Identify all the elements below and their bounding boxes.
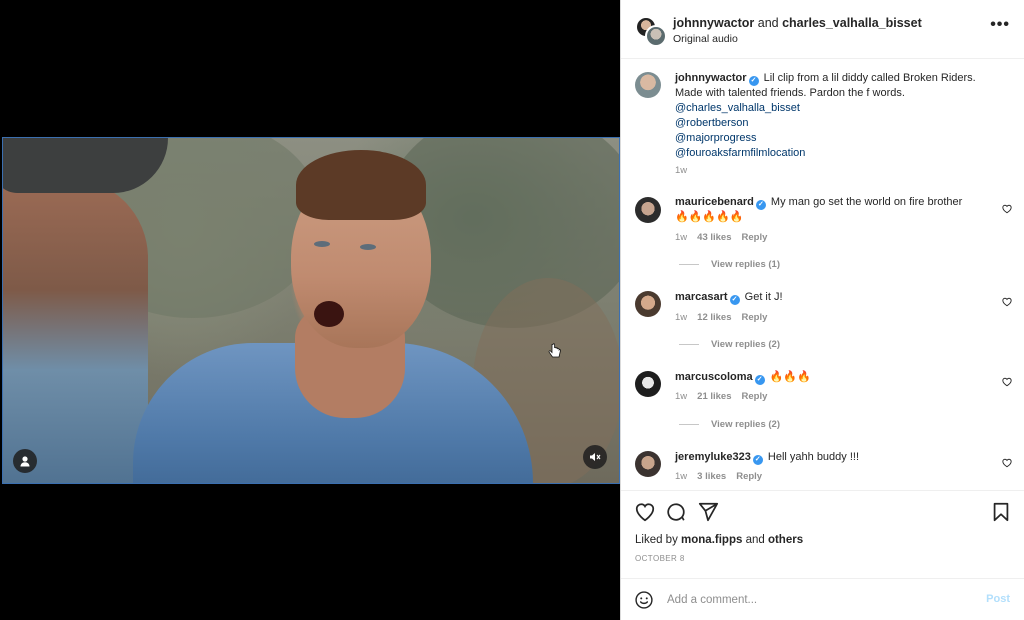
bookmark-icon[interactable] (990, 501, 1012, 523)
avatar (645, 25, 667, 47)
video-pane (0, 0, 620, 620)
liked-by-user[interactable]: mona.fipps (681, 534, 742, 546)
avatar[interactable] (635, 371, 661, 397)
divider (679, 263, 699, 265)
verified-badge-icon: ✓ (754, 375, 765, 385)
comments-list[interactable]: johnnywactor ✓ Lil clip from a lil diddy … (621, 60, 1024, 490)
verified-badge-icon: ✓ (752, 455, 763, 465)
comment-username[interactable]: mauricebenard (675, 196, 754, 208)
hand-cursor-icon (548, 343, 562, 364)
comment-box: Post (621, 578, 1024, 620)
comment-meta: 1w 43 likes Reply (675, 232, 777, 243)
view-replies-button[interactable]: View replies (2) (679, 339, 780, 350)
heart-icon[interactable] (1002, 377, 1012, 387)
liked-by-prefix: Liked by (635, 534, 682, 546)
comment-time: 1w (675, 471, 688, 482)
video-eye-right (360, 244, 376, 250)
post-button[interactable]: Post (986, 593, 1010, 605)
paper-plane-icon[interactable] (697, 501, 719, 523)
mention-link[interactable]: @fouroaksfarmfilmlocation (675, 146, 995, 161)
reply-button[interactable]: Reply (742, 232, 768, 243)
comment: jeremyluke323 ✓ Hell yahh buddy !!! (675, 450, 995, 465)
comment-likes[interactable]: 43 likes (697, 232, 731, 243)
comment-bubble-icon[interactable] (665, 501, 687, 523)
caption-time: 1w (675, 165, 688, 176)
comment: mauricebenard ✓ My man go set the world o… (675, 195, 995, 225)
video-person-left (3, 178, 148, 483)
heart-icon[interactable] (1002, 204, 1012, 214)
avatar[interactable] (635, 451, 661, 477)
verified-badge-icon: ✓ (729, 295, 740, 305)
heart-icon[interactable] (634, 501, 656, 523)
comment-username[interactable]: jeremyluke323 (675, 451, 751, 463)
comment-time: 1w (675, 232, 688, 243)
comment-username[interactable]: marcuscoloma (675, 371, 753, 383)
comment-likes[interactable]: 3 likes (697, 471, 726, 482)
divider (679, 343, 699, 345)
view-replies-label: View replies (1) (711, 259, 780, 270)
heart-icon[interactable] (1002, 458, 1012, 468)
divider (679, 423, 699, 425)
collab-avatars[interactable] (635, 16, 667, 47)
header-usernames: johnnywactor and charles_valhalla_bisset (673, 16, 922, 30)
comment-text: Hell yahh buddy !!! (764, 451, 860, 463)
mention-link[interactable]: @majorprogress (675, 131, 995, 146)
comment-meta: 1w 21 likes Reply (675, 391, 777, 402)
avatar[interactable] (635, 291, 661, 317)
mention-link[interactable]: @robertberson (675, 116, 995, 131)
mention-link[interactable]: @charles_valhalla_bisset (675, 101, 995, 116)
verified-badge-icon: ✓ (755, 200, 766, 210)
heart-icon[interactable] (1002, 297, 1012, 307)
smiley-icon[interactable] (634, 590, 654, 610)
comment-text-line2: 🔥🔥🔥🔥🔥 (675, 211, 744, 223)
user-icon[interactable] (13, 449, 37, 473)
liked-by: Liked by mona.fipps and others (635, 534, 803, 546)
comment: marcasart ✓ Get it J! (675, 290, 995, 305)
reply-button[interactable]: Reply (736, 471, 762, 482)
view-replies-label: View replies (2) (711, 339, 780, 350)
comment-input[interactable] (667, 591, 967, 609)
comment-text: 🔥🔥🔥 (766, 371, 811, 383)
comment: marcuscoloma ✓ 🔥🔥🔥 (675, 370, 995, 385)
header-username-1[interactable]: johnnywactor (673, 16, 754, 30)
liked-by-others[interactable]: others (768, 534, 803, 546)
view-replies-label: View replies (2) (711, 419, 780, 430)
liked-by-and: and (742, 534, 768, 546)
caption-username[interactable]: johnnywactor (675, 72, 747, 84)
comment-time: 1w (675, 391, 688, 402)
more-horizontal-icon[interactable]: ••• (990, 17, 1010, 33)
comment-likes[interactable]: 12 likes (697, 312, 731, 323)
video-player[interactable] (2, 137, 620, 484)
caption: johnnywactor ✓ Lil clip from a lil diddy … (675, 71, 995, 161)
video-hair (296, 150, 426, 220)
avatar[interactable] (635, 72, 661, 98)
comment-likes[interactable]: 21 likes (697, 391, 731, 402)
view-replies-button[interactable]: View replies (1) (679, 259, 780, 270)
comment-meta: 1w 3 likes Reply (675, 471, 772, 482)
reply-button[interactable]: Reply (742, 312, 768, 323)
video-mouth (314, 301, 344, 327)
caption-meta: 1w (675, 165, 697, 176)
comment-username[interactable]: marcasart (675, 291, 728, 303)
header-username-2[interactable]: charles_valhalla_bisset (782, 16, 922, 30)
avatar[interactable] (635, 197, 661, 223)
header-and: and (754, 16, 783, 30)
post-side-panel: johnnywactor and charles_valhalla_bisset… (620, 0, 1024, 620)
comment-time: 1w (675, 312, 688, 323)
comment-text: My man go set the world on fire brother (767, 196, 963, 208)
comment-meta: 1w 12 likes Reply (675, 312, 777, 323)
verified-badge-icon: ✓ (748, 76, 759, 86)
view-replies-button[interactable]: View replies (2) (679, 419, 780, 430)
reply-button[interactable]: Reply (742, 391, 768, 402)
post-actions: Liked by mona.fipps and others OCTOBER 8 (621, 490, 1024, 580)
original-audio-link[interactable]: Original audio (673, 33, 738, 45)
video-eye-left (314, 241, 330, 247)
speaker-muted-icon[interactable] (583, 445, 607, 469)
comment-text: Get it J! (741, 291, 783, 303)
post-header: johnnywactor and charles_valhalla_bisset… (621, 0, 1024, 59)
post-date[interactable]: OCTOBER 8 (635, 554, 685, 563)
